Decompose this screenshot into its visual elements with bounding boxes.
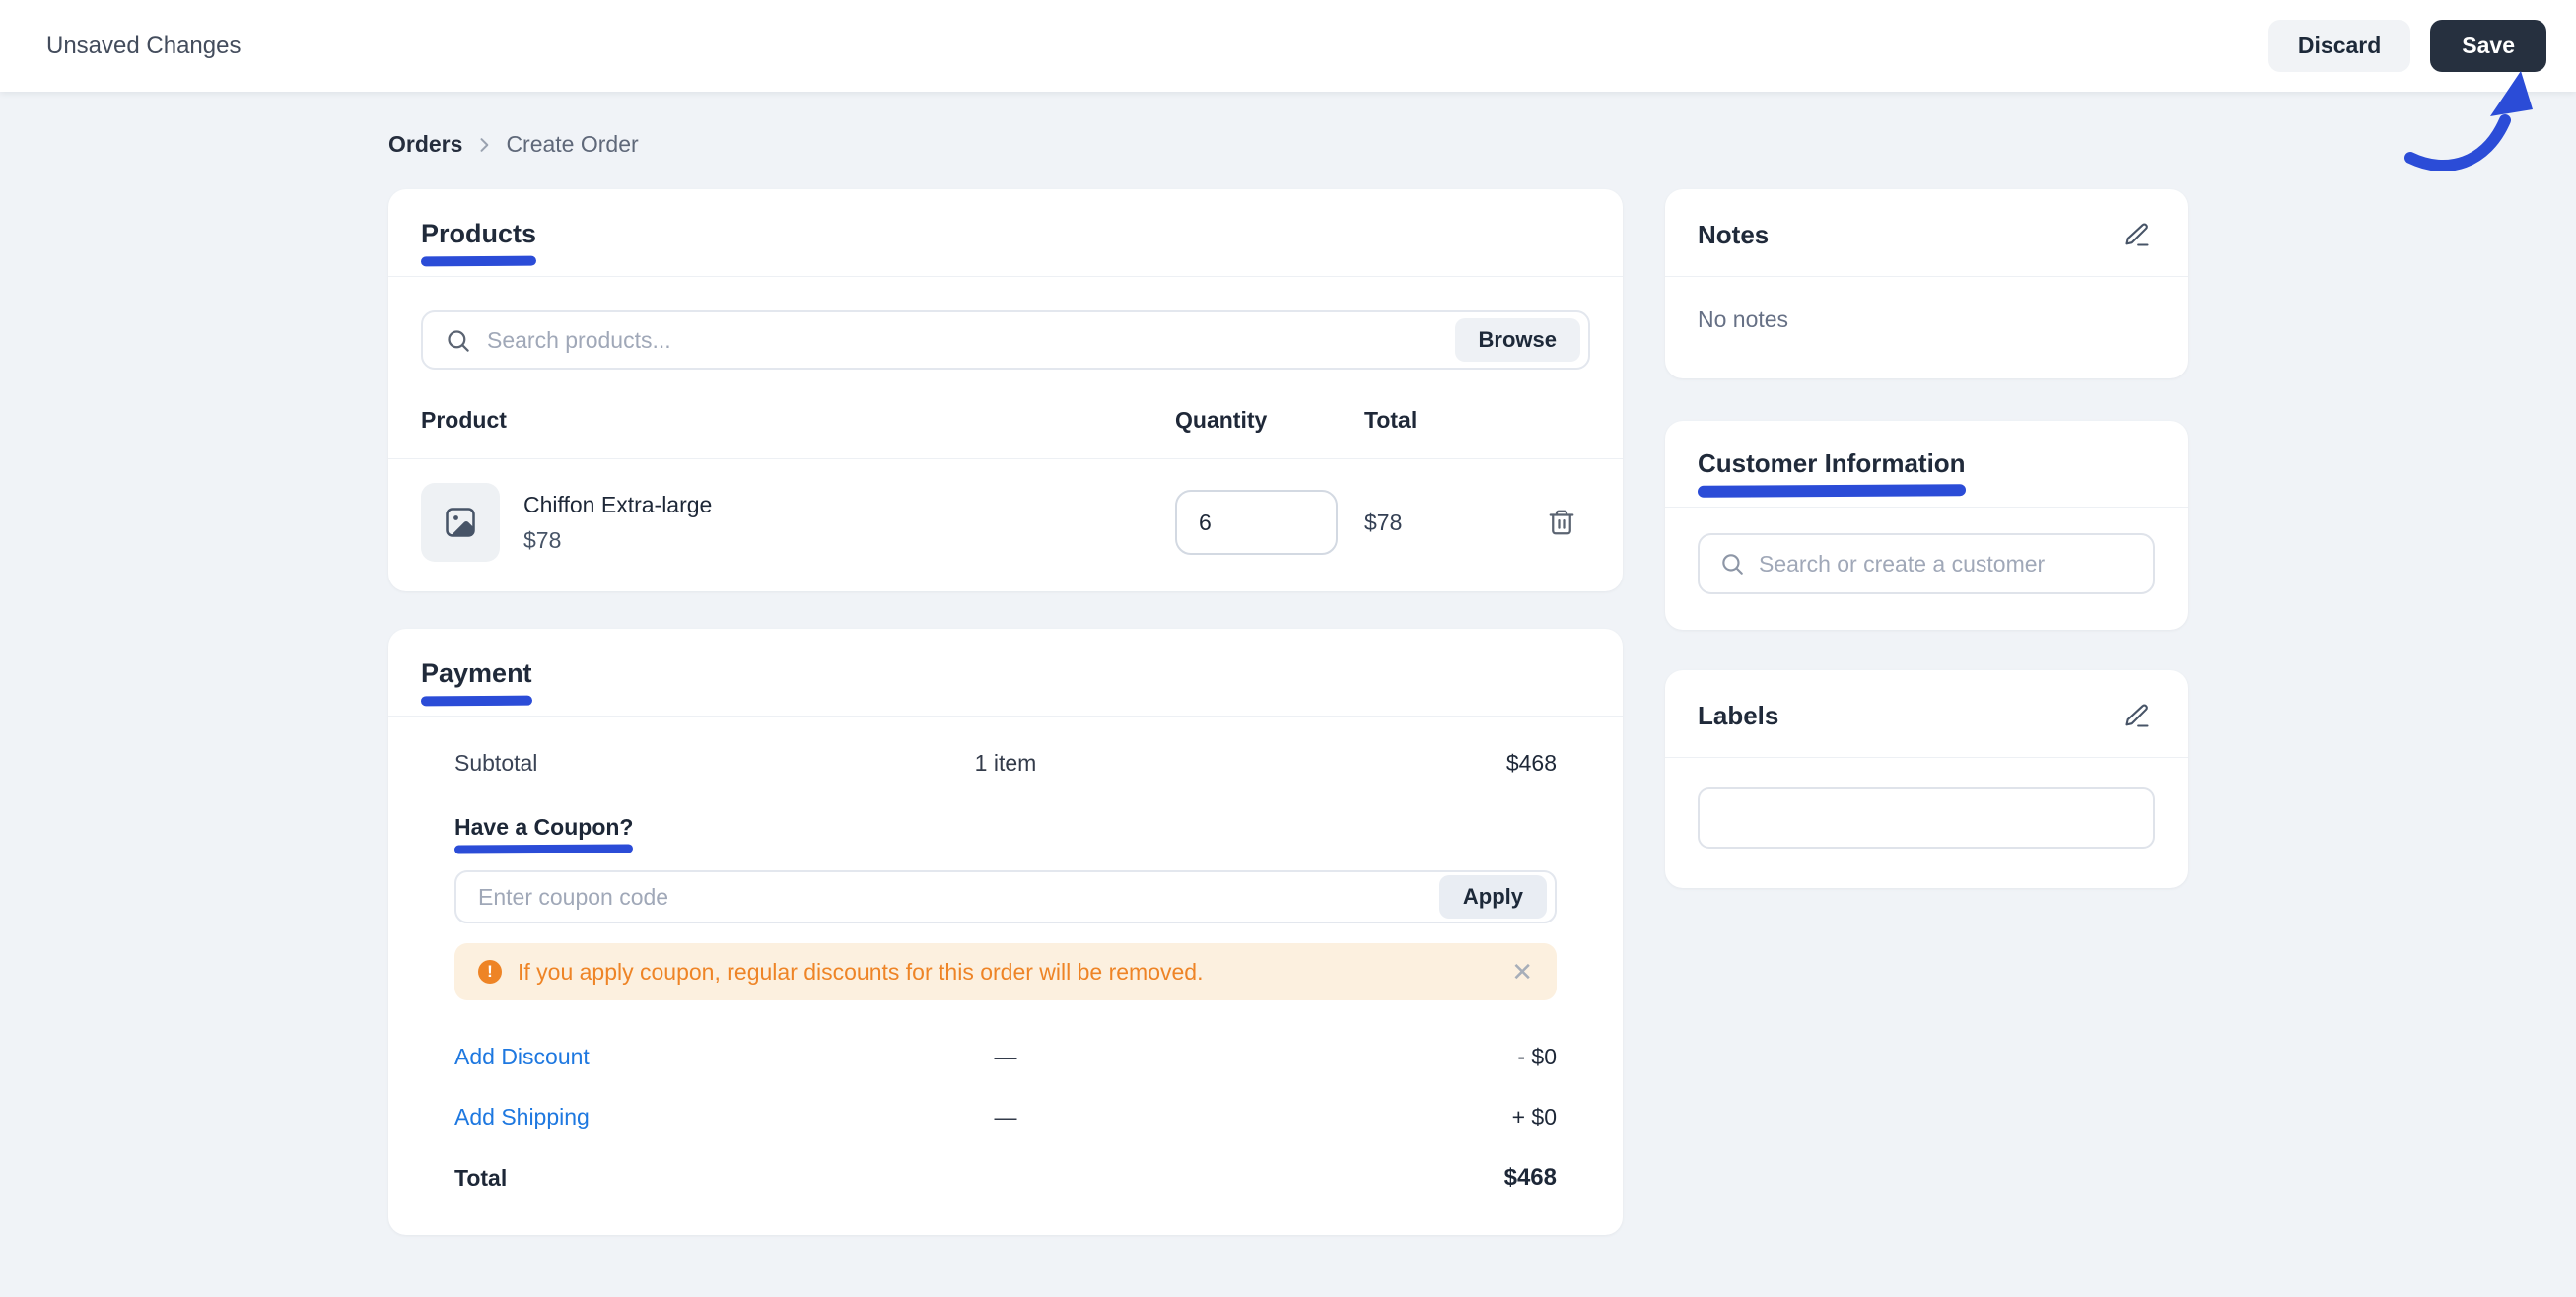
customer-search-bar bbox=[1698, 533, 2155, 594]
notes-card-header: Notes bbox=[1665, 189, 2188, 277]
customer-card-header: Customer Information bbox=[1665, 421, 2188, 508]
products-card-header: Products bbox=[388, 189, 1623, 277]
search-icon bbox=[448, 329, 469, 352]
payment-body: Subtotal 1 item $468 Have a Coupon? Appl… bbox=[388, 717, 1623, 1235]
annotation-underline bbox=[1697, 484, 1966, 498]
browse-button[interactable]: Browse bbox=[1454, 318, 1580, 362]
products-card: Products Browse Product Quantity bbox=[388, 189, 1623, 591]
quantity-input[interactable] bbox=[1175, 490, 1338, 555]
product-search-bar: Browse bbox=[421, 310, 1590, 370]
shipping-dash: — bbox=[994, 1104, 1017, 1129]
payment-card: Payment Subtotal 1 item $468 Have a Coup… bbox=[388, 629, 1623, 1235]
notes-title: Notes bbox=[1698, 219, 1770, 249]
total-value: $468 bbox=[1503, 1164, 1557, 1191]
notes-body: No notes bbox=[1665, 277, 2188, 378]
create-order-page: Unsaved Changes Discard Save Orders Crea… bbox=[0, 0, 2576, 1297]
products-title-text: Products bbox=[421, 219, 537, 248]
topbar: Unsaved Changes Discard Save bbox=[0, 0, 2576, 92]
subtotal-row: Subtotal 1 item $468 bbox=[454, 750, 1557, 777]
add-discount-link[interactable]: Add Discount bbox=[454, 1044, 946, 1070]
content: Orders Create Order Products Search prod… bbox=[388, 92, 2188, 1235]
customer-title-text: Customer Information bbox=[1698, 448, 1966, 478]
discount-dash: — bbox=[994, 1044, 1017, 1069]
notes-card: Notes No notes bbox=[1665, 189, 2188, 378]
coupon-input-bar: Apply bbox=[454, 870, 1557, 923]
products-title: Products bbox=[420, 219, 537, 267]
labels-input[interactable] bbox=[1698, 787, 2155, 849]
product-cell: Chiffon Extra-large $78 bbox=[421, 483, 1175, 562]
annotation-underline bbox=[453, 844, 634, 854]
total-label: Total bbox=[454, 1164, 508, 1191]
total-row: Total $468 bbox=[454, 1164, 1557, 1192]
product-name: Chiffon Extra-large bbox=[523, 491, 713, 517]
shipping-row: Add Shipping — + $0 bbox=[454, 1104, 1557, 1130]
breadcrumb-orders-link[interactable]: Orders bbox=[388, 131, 462, 158]
subtotal-items: 1 item bbox=[974, 750, 1037, 776]
coupon-warning-banner: ! If you apply coupon, regular discounts… bbox=[454, 943, 1557, 1000]
coupon-code-input[interactable] bbox=[478, 883, 1439, 911]
topbar-actions: Discard Save bbox=[2267, 20, 2546, 72]
coupon-title-text: Have a Coupon? bbox=[454, 814, 634, 840]
annotation-underline bbox=[420, 255, 537, 267]
subtotal-value: $468 bbox=[1505, 750, 1557, 776]
unsaved-changes-status: Unsaved Changes bbox=[46, 32, 242, 59]
chevron-right-icon bbox=[480, 137, 489, 152]
labels-card: Labels bbox=[1665, 670, 2188, 888]
product-thumbnail bbox=[421, 483, 500, 562]
sidebar: Notes No notes Customer Information Sear… bbox=[1665, 189, 2188, 888]
product-search-input[interactable] bbox=[487, 326, 1439, 354]
discount-value: - $0 bbox=[1517, 1044, 1557, 1069]
breadcrumb: Orders Create Order bbox=[388, 131, 2188, 158]
coupon-section-title: Have a Coupon? bbox=[453, 814, 634, 854]
discount-row: Add Discount — - $0 bbox=[454, 1044, 1557, 1070]
subtotal-label: Subtotal bbox=[454, 750, 538, 776]
table-row: Chiffon Extra-large $78 $78 bbox=[388, 459, 1623, 591]
add-shipping-link[interactable]: Add Shipping bbox=[454, 1104, 946, 1130]
product-info: Chiffon Extra-large $78 bbox=[523, 492, 712, 554]
notes-empty-text: No notes bbox=[1698, 307, 1789, 332]
warning-message: If you apply coupon, regular discounts f… bbox=[518, 958, 1204, 985]
pencil-icon bbox=[2125, 704, 2149, 727]
quantity-cell bbox=[1175, 490, 1364, 555]
column-header-product: Product bbox=[421, 407, 507, 433]
row-total: $78 bbox=[1364, 509, 1403, 535]
delete-row-button[interactable] bbox=[1543, 504, 1580, 541]
customer-title: Customer Information bbox=[1697, 448, 1966, 498]
alert-icon: ! bbox=[478, 960, 502, 984]
customer-search-input[interactable] bbox=[1759, 550, 2133, 578]
labels-title: Labels bbox=[1698, 700, 1779, 730]
image-placeholder-icon bbox=[446, 508, 475, 537]
customer-body bbox=[1665, 508, 2188, 630]
apply-coupon-button[interactable]: Apply bbox=[1438, 875, 1547, 919]
search-icon bbox=[1722, 554, 1743, 575]
pencil-icon bbox=[2125, 223, 2149, 246]
edit-notes-button[interactable] bbox=[2120, 217, 2155, 252]
discard-button[interactable]: Discard bbox=[2267, 20, 2411, 72]
payment-card-header: Payment bbox=[388, 629, 1623, 717]
column-header-quantity: Quantity bbox=[1175, 407, 1268, 433]
close-icon[interactable]: ✕ bbox=[1511, 959, 1533, 985]
labels-card-header: Labels bbox=[1665, 670, 2188, 758]
labels-body bbox=[1665, 758, 2188, 888]
breadcrumb-current: Create Order bbox=[506, 131, 639, 157]
edit-labels-button[interactable] bbox=[2120, 698, 2155, 733]
column-header-total: Total bbox=[1364, 407, 1418, 433]
trash-icon bbox=[1549, 510, 1574, 535]
products-table-header: Product Quantity Total bbox=[388, 407, 1623, 459]
payment-title-text: Payment bbox=[421, 658, 532, 688]
shipping-value: + $0 bbox=[1511, 1104, 1557, 1129]
main-column: Products Browse Product Quantity bbox=[388, 189, 1623, 1235]
customer-card: Customer Information bbox=[1665, 421, 2188, 630]
product-price: $78 bbox=[523, 526, 562, 553]
payment-title: Payment bbox=[420, 658, 532, 707]
save-button[interactable]: Save bbox=[2430, 20, 2546, 72]
annotation-underline bbox=[420, 695, 532, 707]
